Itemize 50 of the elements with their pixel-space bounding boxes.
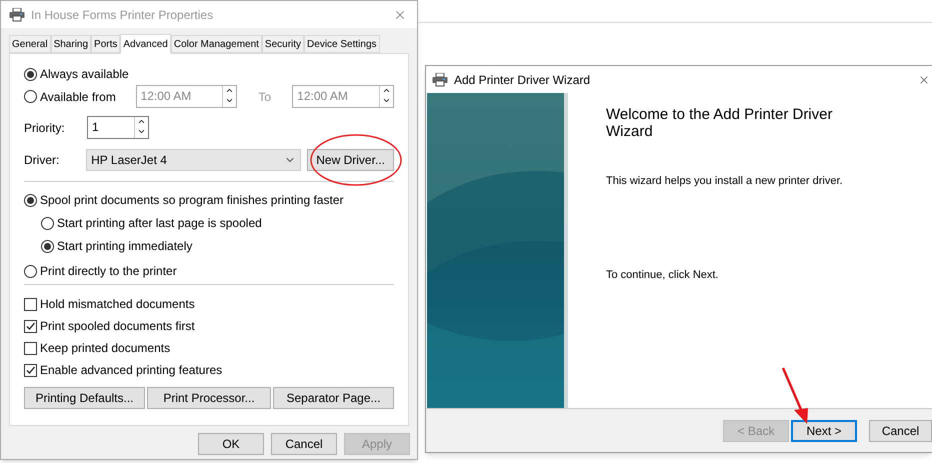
tab[interactable]: Color Management bbox=[170, 35, 262, 53]
wizard-button[interactable]: Cancel bbox=[869, 420, 932, 442]
time-field[interactable]: 12:00 AM bbox=[136, 85, 238, 108]
checkbox[interactable] bbox=[24, 320, 37, 332]
checkbox[interactable] bbox=[24, 342, 37, 354]
priority-field[interactable]: 1 bbox=[87, 116, 149, 139]
tab[interactable]: Sharing bbox=[50, 35, 92, 53]
dialog-button[interactable]: Cancel bbox=[271, 433, 337, 455]
checkbox-label: Enable advanced printing features bbox=[40, 362, 222, 379]
tab[interactable]: Ports bbox=[91, 35, 120, 53]
printer-icon bbox=[9, 8, 25, 22]
action-button[interactable]: Print Processor... bbox=[147, 387, 271, 409]
window-title: Add Printer Driver Wizard bbox=[454, 72, 590, 88]
driver-label: Driver: bbox=[24, 152, 60, 169]
checkbox-label: Hold mismatched documents bbox=[40, 296, 195, 313]
action-button[interactable]: Printing Defaults... bbox=[24, 387, 145, 409]
wizard-heading: Welcome to the Add Printer Driver Wizard bbox=[606, 106, 834, 140]
checkbox[interactable] bbox=[24, 364, 37, 376]
radio-label: Start printing after last page is spooled bbox=[57, 215, 262, 232]
driver-dropdown[interactable]: HP LaserJet 4 bbox=[86, 149, 302, 171]
dialog-button[interactable]: OK bbox=[198, 433, 264, 455]
radio-label: Print directly to the printer bbox=[40, 263, 177, 280]
radio-label: Always available bbox=[40, 66, 129, 83]
new-driver-button[interactable]: New Driver... bbox=[307, 149, 394, 171]
wizard-button[interactable]: Next > bbox=[791, 420, 857, 442]
radio-label: Available from bbox=[40, 88, 116, 106]
radio-label: Spool print documents so program finishes printing faster bbox=[40, 192, 344, 209]
to-label: To bbox=[257, 88, 272, 106]
priority-label: Priority: bbox=[24, 120, 66, 136]
window-title: In House Forms Printer Properties bbox=[31, 6, 214, 24]
checkbox-label: Keep printed documents bbox=[40, 340, 170, 357]
action-button[interactable]: Separator Page... bbox=[273, 387, 394, 409]
tab[interactable]: Security bbox=[262, 35, 304, 53]
time-field[interactable]: 12:00 AM bbox=[292, 85, 394, 108]
checkbox[interactable] bbox=[24, 298, 37, 310]
radio-button[interactable] bbox=[24, 90, 37, 103]
radio-button[interactable] bbox=[24, 194, 37, 206]
radio-button[interactable] bbox=[24, 264, 37, 278]
tab[interactable]: Advanced bbox=[120, 34, 171, 54]
radio-label: Start printing immediately bbox=[57, 238, 192, 255]
wizard-hint: To continue, click Next. bbox=[606, 268, 720, 282]
tab[interactable]: General bbox=[9, 35, 51, 53]
radio-button[interactable] bbox=[41, 240, 54, 252]
tab[interactable]: Device Settings bbox=[304, 35, 380, 53]
radio-button[interactable] bbox=[41, 216, 54, 230]
printer-icon bbox=[432, 72, 448, 86]
wizard-description: This wizard helps you install a new printer driver. bbox=[606, 174, 844, 189]
radio-button[interactable] bbox=[24, 68, 37, 80]
checkbox-label: Print spooled documents first bbox=[40, 318, 195, 335]
annotation-arrow bbox=[780, 366, 810, 426]
